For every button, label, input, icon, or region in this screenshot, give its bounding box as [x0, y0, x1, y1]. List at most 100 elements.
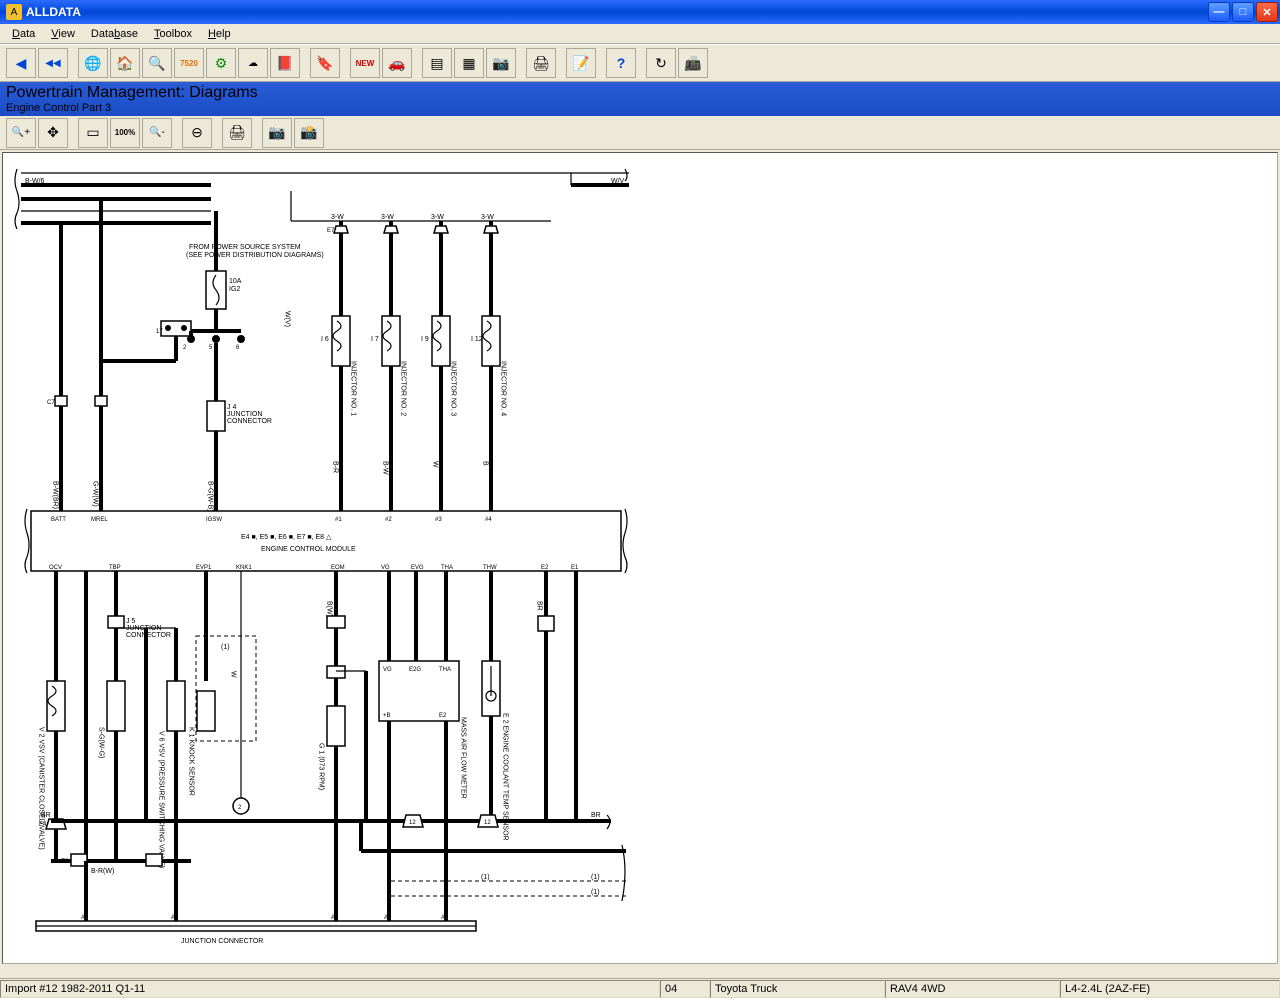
- svg-text:BR: BR: [591, 812, 601, 819]
- svg-text:B-W(BR): B-W(BR): [52, 481, 59, 509]
- svg-text:3-W: 3-W: [331, 214, 344, 221]
- svg-text:A: A: [81, 915, 85, 921]
- nav-back-button[interactable]: ◀: [6, 48, 36, 78]
- print-icon[interactable]: 🖨: [526, 48, 556, 78]
- zoom-out-icon[interactable]: 🔍-: [142, 118, 172, 148]
- svg-text:A: A: [331, 915, 335, 921]
- bookmark-icon[interactable]: 🔖: [310, 48, 340, 78]
- snapshot-icon[interactable]: 📷: [262, 118, 292, 148]
- diagram-viewport[interactable]: .wthk{stroke:#000;stroke-width:4;fill:no…: [2, 152, 1278, 964]
- parts-icon[interactable]: ⚙: [206, 48, 236, 78]
- svg-text:E3: E3: [61, 859, 69, 865]
- menu-data[interactable]: Data: [4, 26, 43, 42]
- svg-text:E2G: E2G: [409, 667, 421, 673]
- svg-text:5: 5: [209, 345, 213, 351]
- svg-text:3-W: 3-W: [381, 214, 394, 221]
- code-7520-icon[interactable]: 7520: [174, 48, 204, 78]
- close-button[interactable]: ✕: [1256, 2, 1278, 22]
- svg-text:MREL: MREL: [91, 517, 108, 523]
- svg-text:I 9: I 9: [421, 336, 429, 343]
- svg-text:17: 17: [156, 329, 163, 335]
- svg-text:A: A: [441, 915, 445, 921]
- search-db-icon[interactable]: 🔍: [142, 48, 172, 78]
- svg-text:INJECTOR NO. 4: INJECTOR NO. 4: [500, 361, 507, 416]
- world-icon[interactable]: 🌐: [78, 48, 108, 78]
- svg-text:#4: #4: [485, 517, 492, 523]
- svg-text:C7: C7: [47, 400, 55, 406]
- svg-text:S-G(W-G): S-G(W-G): [98, 727, 105, 758]
- svg-text:W(V): W(V): [284, 311, 291, 327]
- refresh-icon[interactable]: ↻: [646, 48, 676, 78]
- window-title: ALLDATA: [26, 5, 1208, 19]
- menu-help[interactable]: Help: [200, 26, 239, 42]
- svg-text:IG2: IG2: [229, 286, 240, 293]
- fax-icon[interactable]: 📠: [678, 48, 708, 78]
- zoom-in-icon[interactable]: 🔍+: [6, 118, 36, 148]
- list2-icon[interactable]: ▦: [454, 48, 484, 78]
- svg-text:IGSW: IGSW: [206, 517, 222, 523]
- status-bar: Import #12 1982-2011 Q1-11 04 Toyota Tru…: [0, 978, 1280, 998]
- svg-text:E2: E2: [439, 713, 447, 719]
- status-make: Toyota Truck: [710, 980, 885, 998]
- svg-text:TBP: TBP: [109, 565, 121, 571]
- print-diag-icon[interactable]: 🖨: [222, 118, 252, 148]
- zoom-reset-icon[interactable]: ⊖: [182, 118, 212, 148]
- svg-text:INJECTOR NO. 1: INJECTOR NO. 1: [350, 361, 357, 416]
- help-icon[interactable]: ?: [606, 48, 636, 78]
- svg-text:A: A: [171, 915, 175, 921]
- svg-text:(1): (1): [591, 874, 600, 881]
- svg-text:J 4: J 4: [227, 404, 236, 411]
- camera-icon[interactable]: 📷: [486, 48, 516, 78]
- menu-view[interactable]: View: [43, 26, 83, 42]
- new-car-icon[interactable]: NEW: [350, 48, 380, 78]
- svg-text:B-W/6: B-W/6: [25, 178, 45, 185]
- svg-text:V 2 VSV (CANISTER CLOSED VALVE: V 2 VSV (CANISTER CLOSED VALVE): [38, 727, 45, 850]
- svg-text:#2: #2: [385, 517, 392, 523]
- zoom-100-icon[interactable]: 100%: [110, 118, 140, 148]
- minimize-button[interactable]: —: [1208, 2, 1230, 22]
- svg-text:VG: VG: [381, 565, 390, 571]
- status-import: Import #12 1982-2011 Q1-11: [0, 980, 660, 998]
- svg-text:I 12: I 12: [471, 336, 483, 343]
- svg-text:JUNCTION CONNECTOR: JUNCTION CONNECTOR: [181, 938, 263, 945]
- section-title: Powertrain Management: Diagrams: [6, 84, 1274, 102]
- menu-database[interactable]: Database: [83, 26, 146, 42]
- zoom-center-icon[interactable]: ✥: [38, 118, 68, 148]
- svg-text:JUNCTION: JUNCTION: [227, 411, 262, 418]
- svg-text:OCV: OCV: [49, 565, 62, 571]
- note-icon[interactable]: 📝: [566, 48, 596, 78]
- svg-text:3-W: 3-W: [481, 214, 494, 221]
- snapshot2-icon[interactable]: 📸: [294, 118, 324, 148]
- book-icon[interactable]: 📕: [270, 48, 300, 78]
- nav-back-fast-button[interactable]: ◀◀: [38, 48, 68, 78]
- svg-text:I 7: I 7: [371, 336, 379, 343]
- svg-text:INJECTOR NO. 3: INJECTOR NO. 3: [450, 361, 457, 416]
- list-icon[interactable]: ▤: [422, 48, 452, 78]
- wiring-diagram: .wthk{stroke:#000;stroke-width:4;fill:no…: [11, 161, 641, 961]
- svg-text:VG: VG: [383, 667, 392, 673]
- car-icon[interactable]: 🚗: [382, 48, 412, 78]
- svg-text:E1: E1: [571, 565, 579, 571]
- svg-text:B: B: [482, 461, 489, 466]
- svg-text:2: 2: [183, 345, 187, 351]
- svg-text:EVG: EVG: [411, 565, 424, 571]
- svg-text:E4 ■, E5 ■, E6 ■, E7 ■, E8 △: E4 ■, E5 ■, E6 ■, E7 ■, E8 △: [241, 534, 332, 541]
- home-icon[interactable]: 🏠: [110, 48, 140, 78]
- svg-text:(1): (1): [591, 889, 600, 896]
- svg-text:E4: E4: [39, 822, 47, 828]
- online-icon[interactable]: ☁: [238, 48, 268, 78]
- menu-bar: Data View Database Toolbox Help: [0, 24, 1280, 44]
- svg-text:W: W: [432, 461, 439, 468]
- svg-text:THW: THW: [483, 565, 497, 571]
- menu-toolbox[interactable]: Toolbox: [146, 26, 200, 42]
- svg-text:B-W: B-W: [382, 461, 389, 475]
- svg-text:J 5: J 5: [126, 618, 135, 625]
- svg-text:10A: 10A: [229, 278, 242, 285]
- maximize-button[interactable]: □: [1232, 2, 1254, 22]
- status-engine: L4-2.4L (2AZ-FE): [1060, 980, 1280, 998]
- svg-text:BR: BR: [536, 601, 543, 611]
- zoom-region-icon[interactable]: ▭: [78, 118, 108, 148]
- svg-text:V 6 VSV (PRESSURE SWITCHING VA: V 6 VSV (PRESSURE SWITCHING VALVE): [158, 731, 165, 868]
- svg-text:G 1 (073 RPM): G 1 (073 RPM): [318, 743, 325, 790]
- svg-text:K 1 KNOCK SENSOR: K 1 KNOCK SENSOR: [188, 727, 195, 796]
